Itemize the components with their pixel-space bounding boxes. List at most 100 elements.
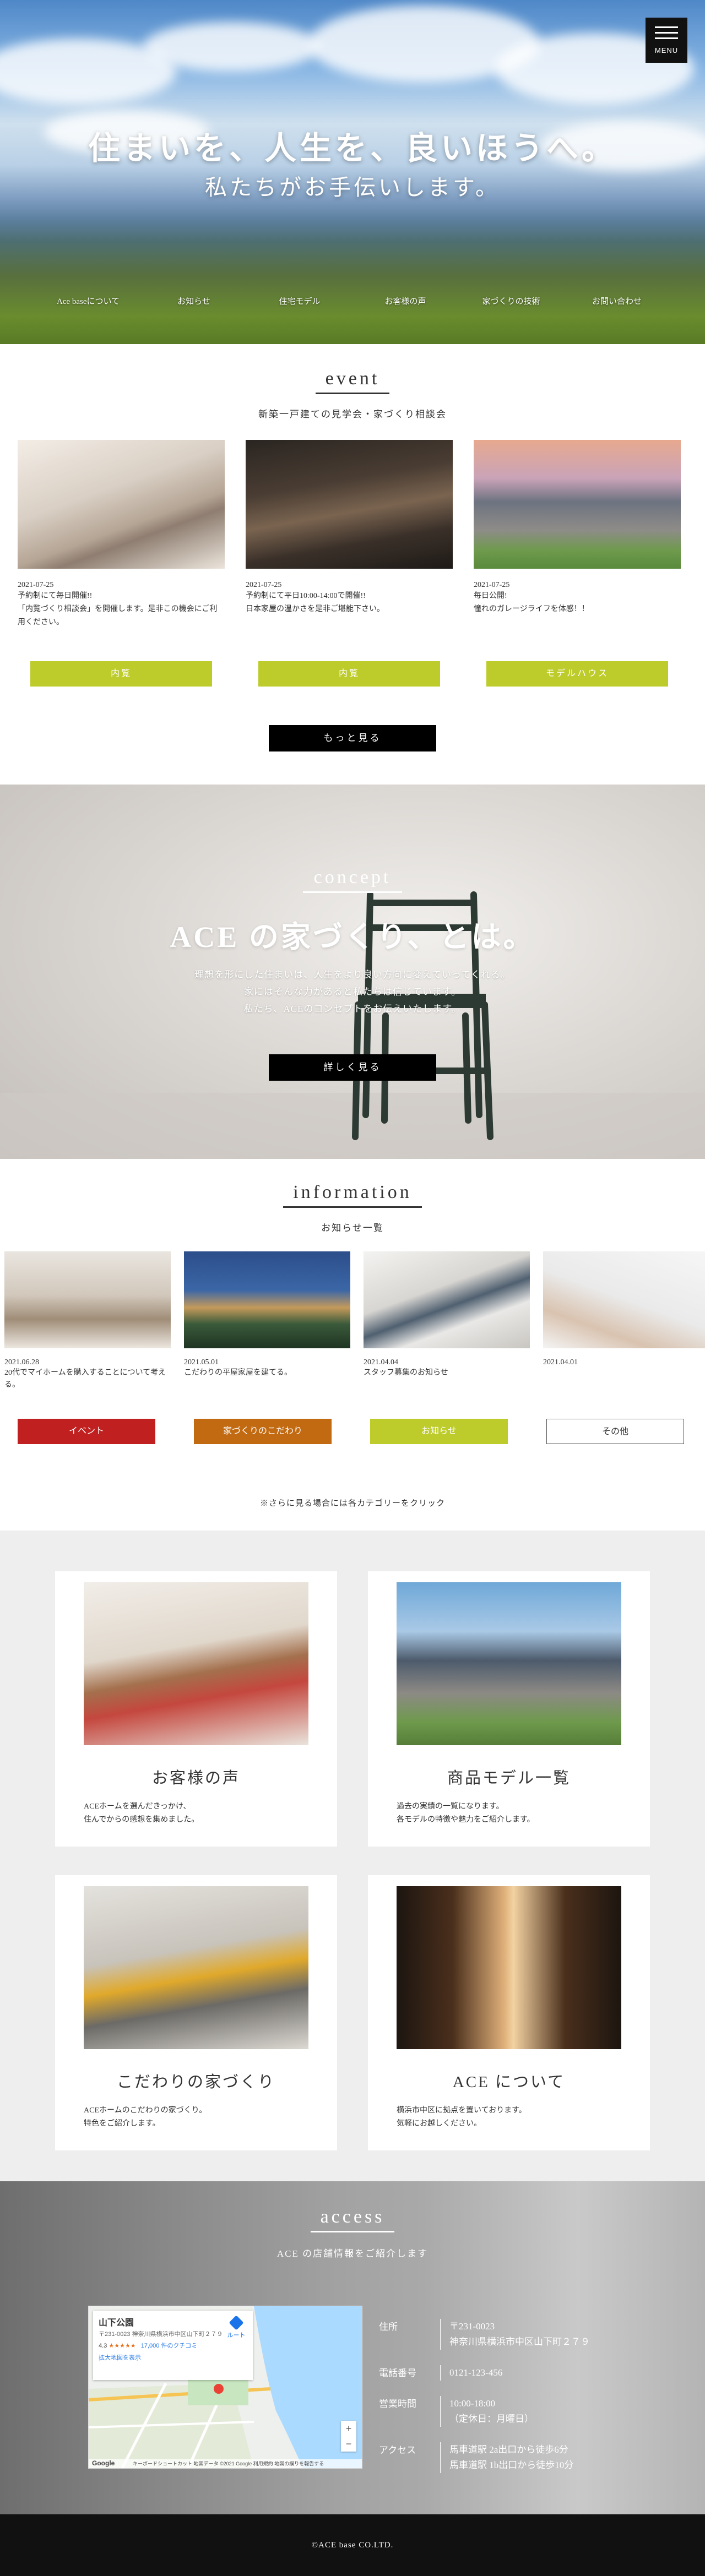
info-key: 営業時間 bbox=[379, 2396, 441, 2427]
info-row: 営業時間 10:00-18:00 （定休日：月曜日） bbox=[379, 2388, 621, 2435]
nav-about[interactable]: Ace baseについて bbox=[35, 295, 141, 307]
news-item[interactable]: 2021.06.28 20代でマイホームを購入することについて考える。 bbox=[4, 1251, 171, 1403]
concept-line: 理想を形にした住まいは、人生をより良い方向に変えていってくれる。 bbox=[194, 970, 511, 980]
card-craft[interactable]: こだわりの家づくり ACEホームのこだわりの家づくり。 特色をご紹介します。 bbox=[55, 1875, 337, 2150]
card-about[interactable]: ACE について 横浜市中区に拠点を置いております。 気軽にお越しください。 bbox=[368, 1875, 650, 2150]
google-logo: Google bbox=[92, 2459, 115, 2467]
menu-button[interactable]: MENU bbox=[646, 18, 687, 63]
card-title: ACE について bbox=[452, 2073, 566, 2091]
cloud bbox=[143, 22, 319, 72]
map-zoom-controls: + − bbox=[341, 2421, 356, 2452]
map-place-card: 山下公園 〒231-0023 神奈川県横浜市中区山下町２７９ 4.3 ★★★★★… bbox=[93, 2311, 253, 2380]
night-house-image bbox=[184, 1251, 350, 1348]
concept-heading: ACE の家づくり、とは。 bbox=[170, 921, 535, 954]
event-button-modelhouse[interactable]: モデルハウス bbox=[486, 661, 668, 687]
concept-line: 私たち、ACEのコンセプトをお伝えいたします。 bbox=[243, 1004, 462, 1014]
information-section: information お知らせ一覧 2021.06.28 20代でマイホームを… bbox=[0, 1159, 705, 1531]
concept-section: concept ACE の家づくり、とは。 理想を形にした住まいは、人生をより良… bbox=[0, 785, 705, 1159]
info-row: 電話番号 0121-123-456 bbox=[379, 2357, 621, 2388]
event-card: 2021-07-25 予約制にて毎日開催!! 「内覧づくり相談会」を開催します。… bbox=[18, 440, 225, 687]
category-note: ※さらに見る場合には各カテゴリーをクリック bbox=[259, 1499, 445, 1508]
hero: MENU 住まいを、人生を、良いほうへ。 私たちがお手伝いします。 Ace ba… bbox=[0, 0, 705, 344]
model-house-image bbox=[397, 1582, 621, 1745]
japanese-house-image[interactable] bbox=[246, 440, 453, 569]
feature-cards: お客様の声 ACEホームを選んだきっかけ、 住んでからの感想を集めました。 商品… bbox=[0, 1531, 705, 2181]
event-desc: 予約制にて平日10:00-14:00で開催!! 日本家屋の温かさを是非ご堪能下さ… bbox=[246, 592, 384, 613]
event-title: event bbox=[315, 368, 390, 394]
card-models[interactable]: 商品モデル一覧 過去の実績の一覧になります。 各モデルの特徴や魅力をご紹介します… bbox=[368, 1571, 650, 1847]
nav-technology[interactable]: 家づくりの技術 bbox=[458, 295, 564, 307]
news-item[interactable]: 2021.04.01 bbox=[543, 1251, 705, 1403]
concept-detail-button[interactable]: 詳しく見る bbox=[269, 1054, 436, 1081]
nav-contact[interactable]: お問い合わせ bbox=[564, 295, 670, 307]
event-button-preview[interactable]: 内覧 bbox=[258, 661, 440, 687]
event-button-preview[interactable]: 内覧 bbox=[30, 661, 212, 687]
access-title: access bbox=[310, 2207, 395, 2232]
concept-title: concept bbox=[302, 867, 403, 893]
family-image bbox=[84, 1582, 308, 1745]
news-item[interactable]: 2021.04.04 スタッフ募集のお知らせ bbox=[364, 1251, 530, 1403]
menu-label: MENU bbox=[654, 46, 679, 55]
information-subtitle: お知らせ一覧 bbox=[321, 1223, 384, 1233]
nav-voices[interactable]: お客様の声 bbox=[352, 295, 458, 307]
map-rating-value: 4.3 bbox=[99, 2343, 107, 2349]
category-craft-button[interactable]: 家づくりのこだわり bbox=[194, 1419, 332, 1444]
event-date: 2021-07-25 bbox=[474, 581, 510, 589]
news-desc bbox=[543, 1367, 705, 1403]
route-label: ルート bbox=[227, 2332, 246, 2339]
card-desc: ACEホームのこだわりの家づくり。 特色をご紹介します。 bbox=[84, 2106, 207, 2128]
hero-subtitle: 私たちがお手伝いします。 bbox=[205, 175, 500, 200]
info-value: 〒231-0023 神奈川県横浜市中区山下町２７９ bbox=[449, 2321, 590, 2347]
directions-icon bbox=[229, 2315, 244, 2330]
news-date: 2021.05.01 bbox=[184, 1358, 219, 1366]
access-subtitle: ACE の店舗情報をご紹介します bbox=[276, 2248, 429, 2259]
info-key: 住所 bbox=[379, 2319, 441, 2350]
zoom-out-button[interactable]: − bbox=[341, 2436, 356, 2452]
category-event-button[interactable]: イベント bbox=[18, 1419, 155, 1444]
copyright: ©ACE base CO.LTD. bbox=[311, 2541, 394, 2550]
card-desc: 横浜市中区に拠点を置いております。 気軽にお越しください。 bbox=[397, 2106, 527, 2128]
larger-map-link[interactable]: 拡大地図を表示 bbox=[99, 2353, 247, 2362]
corridor-image bbox=[397, 1886, 621, 2049]
news-desc: スタッフ募集のお知らせ bbox=[364, 1369, 448, 1377]
handshake-image bbox=[364, 1251, 530, 1348]
category-other-button[interactable]: その他 bbox=[546, 1419, 684, 1444]
route-button[interactable]: ルート bbox=[225, 2315, 247, 2339]
info-value: 0121-123-456 bbox=[449, 2367, 503, 2378]
more-button[interactable]: もっと見る bbox=[269, 725, 436, 751]
event-desc: 毎日公開! 憧れのガレージライフを体感！！ bbox=[474, 592, 589, 613]
star-icon: ★★★★★ bbox=[109, 2343, 136, 2349]
concept-body: 理想を形にした住まいは、人生をより良い方向に変えていってくれる。 家にはそんな力… bbox=[0, 966, 705, 1017]
news-desc: 20代でマイホームを購入することについて考える。 bbox=[4, 1369, 166, 1389]
hero-title: 住まいを、人生を、良いほうへ。 bbox=[88, 130, 617, 166]
info-value: 10:00-18:00 （定休日：月曜日） bbox=[449, 2398, 534, 2424]
event-card: 2021-07-25 毎日公開! 憧れのガレージライフを体感！！ モデルハウス bbox=[474, 440, 681, 687]
event-card: 2021-07-25 予約制にて平日10:00-14:00で開催!! 日本家屋の… bbox=[246, 440, 453, 687]
laptop-image bbox=[543, 1251, 705, 1348]
site-footer: ©ACE base CO.LTD. bbox=[0, 2514, 705, 2576]
access-section: access ACE の店舗情報をご紹介します 山下公園 〒231-0023 神… bbox=[0, 2181, 705, 2514]
store-info: 住所 〒231-0023 神奈川県横浜市中区山下町２７９ 電話番号 0121-1… bbox=[379, 2311, 621, 2481]
category-news-button[interactable]: お知らせ bbox=[370, 1419, 508, 1444]
carpenter-image bbox=[84, 1886, 308, 2049]
concept-line: 家にはそんな力があると私たちは信じています。 bbox=[243, 987, 462, 997]
zoom-in-button[interactable]: + bbox=[341, 2421, 356, 2436]
card-voices[interactable]: お客様の声 ACEホームを選んだきっかけ、 住んでからの感想を集めました。 bbox=[55, 1571, 337, 1847]
news-date: 2021.06.28 bbox=[4, 1358, 39, 1366]
nav-news[interactable]: お知らせ bbox=[141, 295, 247, 307]
news-date: 2021.04.04 bbox=[364, 1358, 398, 1366]
info-value: 馬車道駅 2a出口から徒歩6分 馬車道駅 1b出口から徒歩10分 bbox=[449, 2444, 574, 2470]
google-map[interactable]: 山下公園 〒231-0023 神奈川県横浜市中区山下町２７９ 4.3 ★★★★★… bbox=[88, 2306, 362, 2469]
news-item[interactable]: 2021.05.01 こだわりの平屋家屋を建てる。 bbox=[184, 1251, 350, 1403]
card-desc: ACEホームを選んだきっかけ、 住んでからの感想を集めました。 bbox=[84, 1802, 199, 1824]
info-row: 住所 〒231-0023 神奈川県横浜市中区山下町２７９ bbox=[379, 2311, 621, 2357]
living-room-image[interactable] bbox=[18, 440, 225, 569]
event-subtitle: 新築一戸建ての見学会・家づくり相談会 bbox=[258, 409, 447, 420]
map-rating: 4.3 ★★★★★ 17,000 件のクチコミ bbox=[99, 2341, 247, 2350]
house-exterior-image[interactable] bbox=[474, 440, 681, 569]
nav-models[interactable]: 住宅モデル bbox=[247, 295, 352, 307]
interior-image bbox=[4, 1251, 171, 1348]
card-title: 商品モデル一覧 bbox=[447, 1769, 571, 1787]
event-date: 2021-07-25 bbox=[18, 581, 54, 589]
map-reviews-link[interactable]: 17,000 件のクチコミ bbox=[141, 2343, 198, 2349]
